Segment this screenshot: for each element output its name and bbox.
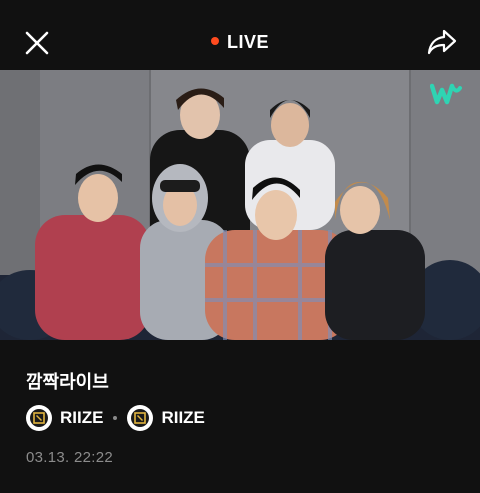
live-title: 깜짝라이브	[26, 372, 109, 392]
live-indicator: LIVE	[0, 32, 480, 53]
top-bar: LIVE	[0, 0, 480, 70]
share-icon	[427, 29, 457, 55]
video-frame	[0, 70, 480, 340]
channel-name[interactable]: RIIZE	[161, 408, 204, 428]
share-button[interactable]	[426, 26, 458, 58]
live-video-player[interactable]	[0, 70, 480, 340]
channel-name[interactable]: RIIZE	[60, 408, 103, 428]
live-label: LIVE	[226, 32, 269, 52]
channel-avatar[interactable]	[26, 405, 52, 431]
broadcast-date: 03.13. 22:22	[26, 449, 114, 466]
weverse-logo-icon	[430, 83, 462, 105]
channel-separator	[113, 416, 118, 420]
live-dot	[210, 37, 219, 46]
riize-logo-icon	[33, 412, 45, 424]
riize-logo-icon	[134, 412, 147, 424]
channel-avatar[interactable]	[127, 405, 154, 431]
channel-row: RIIZE RIIZE	[26, 405, 205, 431]
